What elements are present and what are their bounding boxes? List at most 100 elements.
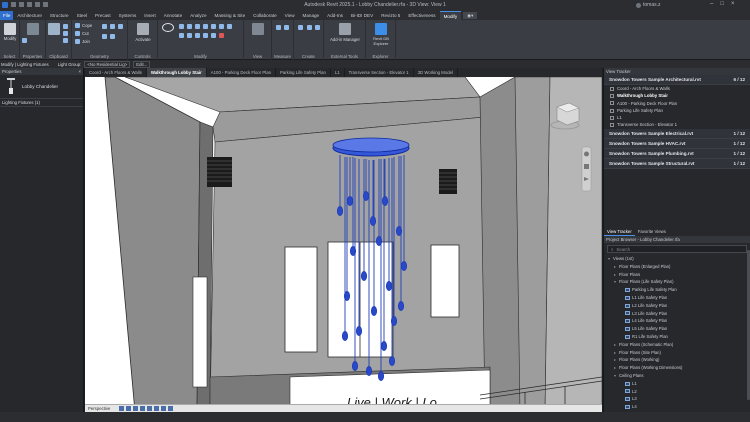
tracker-view-item[interactable]: Coord - Arch Floors & Walls bbox=[604, 85, 750, 92]
join-label[interactable]: Join bbox=[82, 39, 90, 44]
modify-arrow-icon[interactable] bbox=[4, 23, 16, 35]
modify-button-label[interactable]: Modify bbox=[1, 36, 19, 41]
create-similar-icon[interactable] bbox=[298, 25, 303, 30]
tab-revizto[interactable]: Revizto 5 bbox=[377, 13, 404, 18]
detail-level-icon[interactable] bbox=[119, 406, 124, 411]
create-group-icon[interactable] bbox=[307, 25, 312, 30]
browser-tree-item[interactable]: L2 Life Safety Plan bbox=[607, 302, 750, 310]
revit-db-explorer-label[interactable]: Revit DB Explorer bbox=[366, 36, 396, 46]
browser-tree-item[interactable]: ▾ Views (1st) bbox=[607, 255, 750, 263]
tab-collaborate[interactable]: Collaborate bbox=[249, 13, 281, 18]
pin-icon[interactable] bbox=[203, 33, 208, 38]
navigation-bar[interactable] bbox=[581, 146, 592, 192]
browser-tree-item[interactable]: ▸ Floor Plans (Working Dimensions) bbox=[607, 364, 750, 372]
light-group-dropdown[interactable]: <No Residential Lig> bbox=[84, 60, 131, 68]
mirror-axis-icon[interactable] bbox=[187, 24, 192, 29]
browser-tree-item[interactable]: L3 Life Safety Plan bbox=[607, 310, 750, 318]
cut-label[interactable]: Cut bbox=[82, 31, 89, 36]
move-icon[interactable] bbox=[203, 24, 208, 29]
expand-icon[interactable]: ▸ bbox=[613, 364, 617, 372]
collapse-icon[interactable]: ▾ bbox=[613, 372, 617, 380]
activate-controls-icon[interactable] bbox=[137, 23, 149, 35]
activate-label[interactable]: Activate bbox=[128, 37, 158, 42]
browser-tree-item[interactable]: L1 bbox=[607, 380, 750, 388]
create-parts-icon[interactable] bbox=[315, 25, 320, 30]
tab-file[interactable]: File bbox=[0, 11, 14, 20]
tab-systems[interactable]: Systems bbox=[115, 13, 141, 18]
view-mode-label[interactable]: Perspective bbox=[88, 406, 110, 411]
tab-manage[interactable]: Manage bbox=[299, 13, 324, 18]
paste-icon[interactable] bbox=[48, 23, 60, 35]
browser-tree-item[interactable]: L3 bbox=[607, 395, 750, 403]
remove-paint-icon[interactable] bbox=[110, 34, 115, 39]
tracker-view-item[interactable]: Transverse Section - Elevator 1 bbox=[604, 121, 750, 128]
tracker-view-item[interactable]: Walkthrough Lobby Stair bbox=[604, 92, 750, 99]
tab-modify[interactable]: Modify bbox=[439, 11, 462, 20]
measure-icon[interactable] bbox=[276, 25, 281, 30]
rotate-icon[interactable] bbox=[219, 24, 224, 29]
tab-walkthrough-lobby-stair[interactable]: Walkthrough Lobby Stair bbox=[146, 68, 207, 77]
tab-annotate[interactable]: Annotate bbox=[160, 13, 186, 18]
tracker-view-item[interactable]: L1 bbox=[604, 114, 750, 121]
temporary-hide-icon[interactable] bbox=[161, 406, 166, 411]
hide-in-view-icon[interactable] bbox=[252, 23, 264, 35]
browser-tree-item[interactable]: R1 Life Safety Plan bbox=[607, 333, 750, 341]
demolish-icon[interactable] bbox=[102, 34, 107, 39]
tab-structure[interactable]: Structure bbox=[46, 13, 73, 18]
minimize-icon[interactable]: – bbox=[710, 1, 713, 7]
browser-tree-item[interactable]: L2 bbox=[607, 388, 750, 396]
tab-3d-working-model[interactable]: 3D Working Model bbox=[414, 68, 458, 77]
browser-tree-item[interactable]: ▸ Floor Plans (Enlarged Plan) bbox=[607, 263, 750, 271]
tab-parking-life-safety[interactable]: Parking Life Safety Plan bbox=[276, 68, 331, 77]
properties-filter-dropdown[interactable]: Lighting Fixtures (1) bbox=[0, 99, 83, 107]
tracker-model-row[interactable]: Snowdon Towers Sample Electrical.rvt 1 / … bbox=[604, 128, 750, 139]
dimension-icon[interactable] bbox=[284, 25, 289, 30]
sun-path-icon[interactable] bbox=[133, 406, 138, 411]
tab-transverse-section[interactable]: Transverse Section - Elevator 1 bbox=[345, 68, 414, 77]
tab-l1[interactable]: L1 bbox=[331, 68, 345, 77]
array-icon[interactable] bbox=[187, 33, 192, 38]
copy-icon[interactable] bbox=[63, 31, 68, 36]
cut-icon[interactable] bbox=[63, 24, 68, 29]
browser-tree-item[interactable]: L4 bbox=[607, 403, 750, 411]
offset-icon[interactable] bbox=[179, 24, 184, 29]
browser-tree-item[interactable]: ▸ Floor Plans (Working) bbox=[607, 356, 750, 364]
expand-icon[interactable]: ▸ bbox=[613, 271, 617, 279]
collapse-icon[interactable]: ▾ bbox=[607, 255, 611, 263]
tracker-model-row[interactable]: Snowdon Towers Sample Architectural.rvt 6… bbox=[604, 75, 750, 85]
unpin-icon[interactable] bbox=[211, 33, 216, 38]
tab-view-tracker[interactable]: View Tracker bbox=[604, 228, 635, 236]
tab-precast[interactable]: Precast bbox=[91, 13, 115, 18]
tab-massing-site[interactable]: Massing & Site bbox=[211, 13, 250, 18]
browser-tree-item[interactable]: L5 Life Safety Plan bbox=[607, 325, 750, 333]
match-properties-icon[interactable] bbox=[63, 38, 68, 43]
revit-db-explorer-icon[interactable] bbox=[375, 23, 387, 35]
tab-bi-idi-dev[interactable]: Bi-IDI DEV bbox=[347, 13, 377, 18]
shadows-icon[interactable] bbox=[140, 406, 145, 411]
maximize-icon[interactable]: □ bbox=[720, 1, 724, 7]
crop-view-icon[interactable] bbox=[154, 406, 159, 411]
split-face-icon[interactable] bbox=[110, 24, 115, 29]
wall-joins-icon[interactable] bbox=[102, 24, 107, 29]
close-icon[interactable]: × bbox=[78, 68, 81, 75]
collapse-icon[interactable]: ▾ bbox=[613, 278, 617, 286]
type-properties-icon[interactable] bbox=[22, 38, 27, 43]
reveal-hidden-icon[interactable] bbox=[168, 406, 173, 411]
browser-tree-item[interactable]: ▸ Floor Plans (Schematic Plan) bbox=[607, 341, 750, 349]
paint-icon[interactable] bbox=[118, 24, 123, 29]
tab-view[interactable]: View bbox=[281, 13, 299, 18]
cope-label[interactable]: Cope bbox=[82, 23, 92, 28]
expand-icon[interactable]: ▸ bbox=[613, 263, 617, 271]
zoom-icon[interactable] bbox=[584, 164, 589, 169]
select-group-label[interactable]: Select bbox=[0, 54, 19, 59]
trim-extend-icon[interactable] bbox=[227, 24, 232, 29]
tab-effectiveness[interactable]: Effectiveness bbox=[404, 13, 439, 18]
expand-icon[interactable]: ▸ bbox=[613, 341, 617, 349]
expand-icon[interactable]: ▸ bbox=[613, 349, 617, 357]
tab-architecture[interactable]: Architecture bbox=[13, 13, 46, 18]
tab-steel[interactable]: Steel bbox=[73, 13, 91, 18]
tab-coord-arch-floors-walls[interactable]: Coord - Arch Floors & Walls bbox=[85, 68, 147, 77]
split-element-icon[interactable] bbox=[179, 33, 184, 38]
type-selector[interactable]: Lobby Chandelier bbox=[0, 75, 83, 99]
properties-icon[interactable] bbox=[27, 23, 39, 35]
